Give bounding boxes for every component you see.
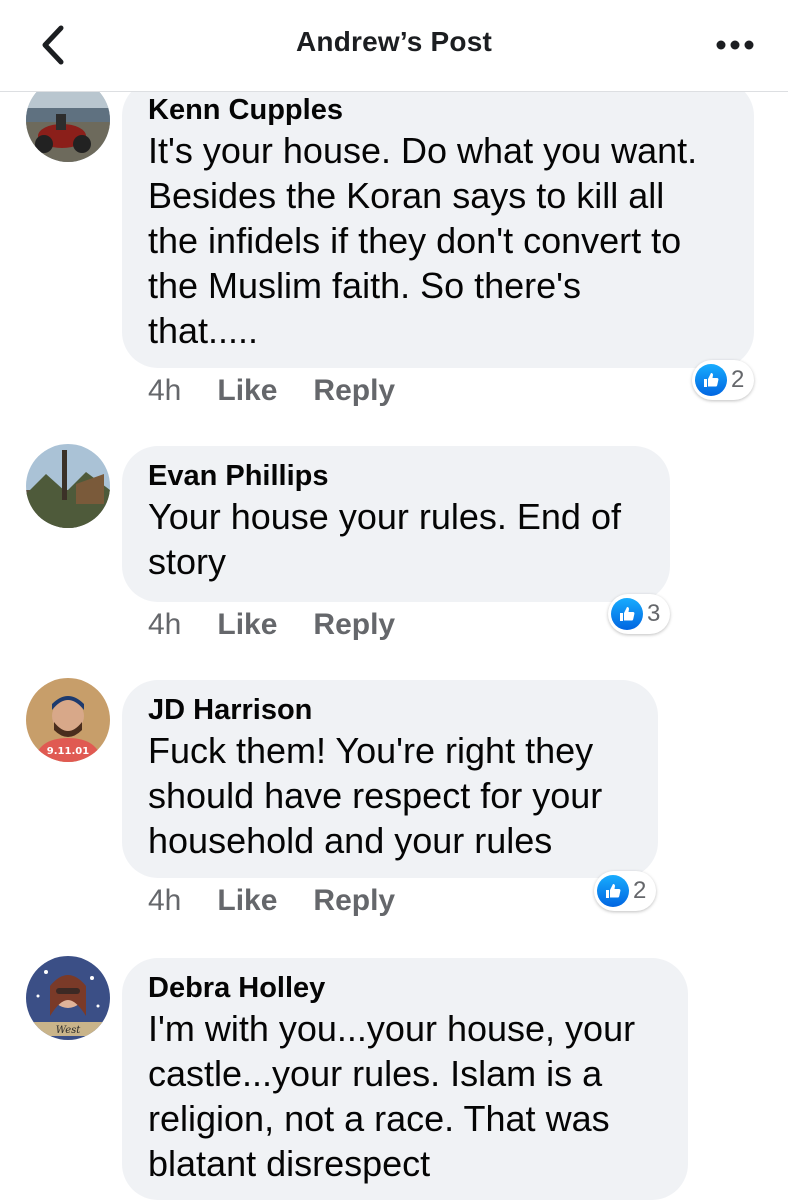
like-button[interactable]: Like xyxy=(217,374,277,408)
comment-bubble: JD Harrison Fuck them! You're right they… xyxy=(122,680,658,878)
avatar[interactable]: West xyxy=(26,956,110,1040)
reaction-number: 2 xyxy=(633,877,647,904)
like-button[interactable]: Like xyxy=(217,884,277,918)
comment-text: It's your house. Do what you want. Besid… xyxy=(148,130,698,351)
comment-bubble: Kenn Cupples It's your house. Do what yo… xyxy=(122,80,754,368)
comment-author[interactable]: JD Harrison xyxy=(148,692,632,728)
comment-actions: 4h Like Reply xyxy=(148,608,431,642)
svg-text:West: West xyxy=(56,1025,82,1036)
comment-actions: 4h Like Reply xyxy=(148,374,431,408)
reaction-number: 3 xyxy=(647,600,661,627)
reply-button[interactable]: Reply xyxy=(313,884,395,918)
like-button[interactable]: Like xyxy=(217,608,277,642)
comment-text: Fuck them! You're right they should have… xyxy=(148,730,603,861)
comment-author[interactable]: Debra Holley xyxy=(148,970,662,1006)
comment-time[interactable]: 4h xyxy=(148,374,181,408)
comment-text: I'm with you...your house, your castle..… xyxy=(148,1008,636,1184)
svg-text:9.11.01: 9.11.01 xyxy=(47,746,89,757)
reaction-count[interactable]: 3 xyxy=(608,594,671,634)
more-options-button[interactable] xyxy=(712,30,758,60)
thumbs-up-icon xyxy=(611,598,643,630)
page-title: Andrew’s Post xyxy=(295,26,493,57)
comment-bubble: Debra Holley I'm with you...your house, … xyxy=(122,958,688,1200)
reaction-count[interactable]: 2 xyxy=(594,871,657,911)
reaction-number: 2 xyxy=(731,366,745,393)
comment-bubble: Evan Phillips Your house your rules. End… xyxy=(122,446,670,602)
post-header: Andrew’s Post xyxy=(0,0,788,92)
reply-button[interactable]: Reply xyxy=(313,374,395,408)
comment-text: Your house your rules. End of story xyxy=(148,496,621,582)
thumbs-up-icon xyxy=(695,364,727,396)
reply-button[interactable]: Reply xyxy=(313,608,395,642)
comment-time[interactable]: 4h xyxy=(148,608,181,642)
comment-author[interactable]: Kenn Cupples xyxy=(148,92,728,128)
comment-actions: 4h Like Reply xyxy=(148,884,431,918)
avatar[interactable]: 9.11.01 xyxy=(26,678,110,762)
more-dots-icon xyxy=(716,40,754,50)
comment-author[interactable]: Evan Phillips xyxy=(148,458,644,494)
comments-list: Kenn Cupples It's your house. Do what yo… xyxy=(0,0,788,1200)
comment-time[interactable]: 4h xyxy=(148,884,181,918)
avatar[interactable] xyxy=(26,444,110,528)
reaction-count[interactable]: 2 xyxy=(692,360,755,400)
thumbs-up-icon xyxy=(597,875,629,907)
